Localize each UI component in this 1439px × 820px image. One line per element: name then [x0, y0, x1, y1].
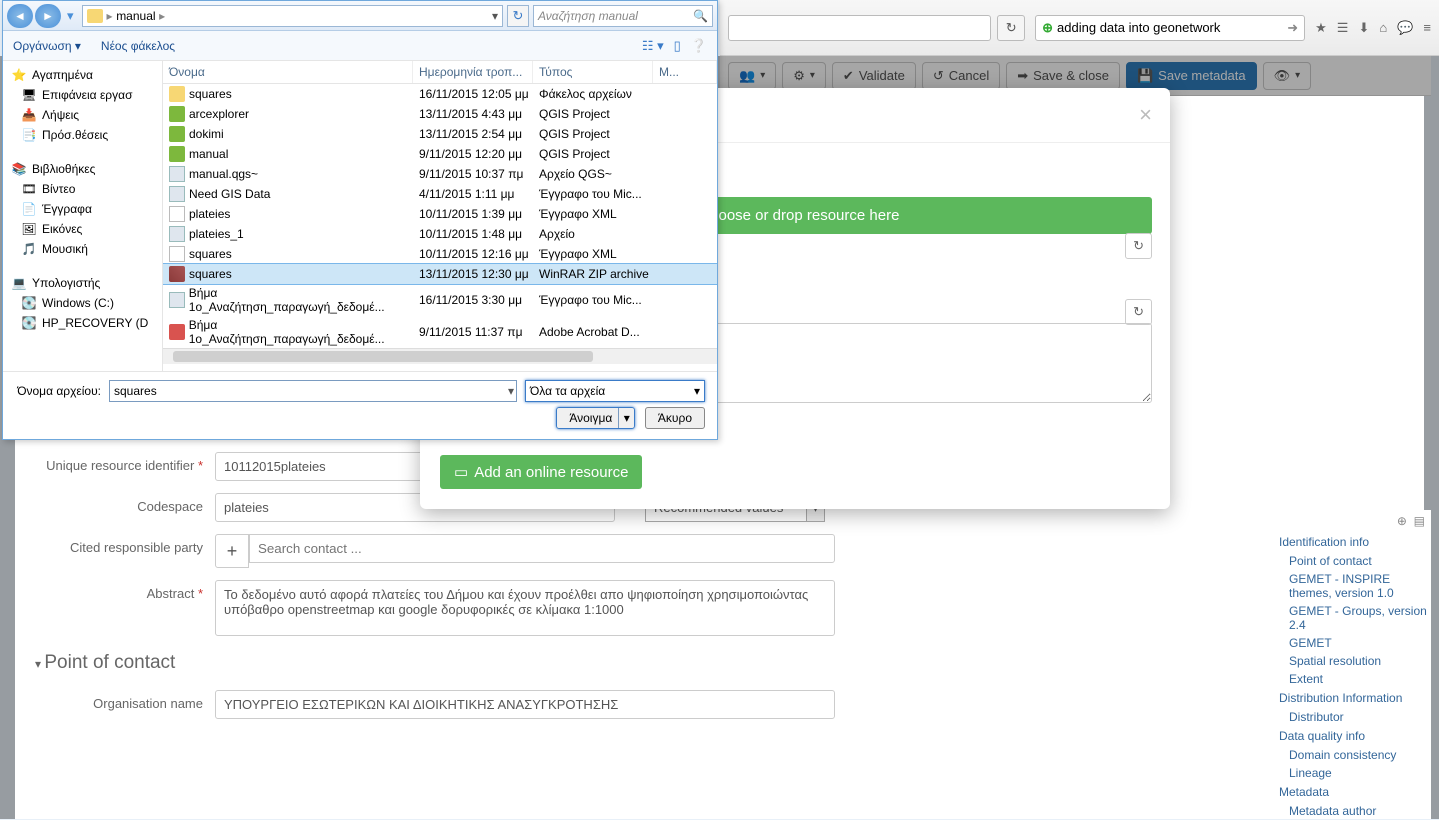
bookmark-star-icon[interactable]: ★	[1315, 20, 1327, 36]
tree-item[interactable]: 📑Πρόσ.θέσεις	[3, 125, 162, 145]
file-type-icon	[169, 246, 185, 262]
file-type-icon	[169, 186, 185, 202]
file-type-filter[interactable]: Όλα τα αρχεία▾	[525, 380, 705, 402]
file-row[interactable]: arcexplorer13/11/2015 4:43 μμQGIS Projec…	[163, 104, 717, 124]
tree-group[interactable]: 📚Βιβλιοθήκες	[3, 159, 162, 179]
tree-item[interactable]: 🎵Μουσική	[3, 239, 162, 259]
metadata-nav-panel: ⊕ ▤ Identification infoPoint of contactG…	[1279, 510, 1431, 819]
address-bar[interactable]: ▸ manual ▸ ▾	[82, 5, 503, 27]
horizontal-scrollbar[interactable]	[163, 348, 717, 364]
folder-icon	[87, 9, 103, 23]
file-row[interactable]: squares16/11/2015 12:05 μμΦάκελος αρχείω…	[163, 84, 717, 104]
tree-item[interactable]: 💽Windows (C:)	[3, 293, 162, 313]
file-row[interactable]: squares13/11/2015 12:30 μμWinRAR ZIP arc…	[163, 264, 717, 284]
file-row[interactable]: Βήμα 1ο_Αναζήτηση_παραγωγή_δεδομέ...16/1…	[163, 284, 717, 316]
tree-item[interactable]: 🖥Επιφάνεια εργασ	[3, 85, 162, 105]
file-type-icon	[169, 166, 185, 182]
tree-item[interactable]: 💽HP_RECOVERY (D	[3, 313, 162, 333]
organize-menu[interactable]: Οργάνωση ▾	[13, 39, 81, 53]
file-row[interactable]: squares10/11/2015 12:16 μμΈγγραφο XML	[163, 244, 717, 264]
file-type-icon	[169, 146, 185, 162]
nav-link[interactable]: Extent	[1279, 670, 1431, 688]
chat-icon[interactable]: 💬	[1397, 20, 1413, 36]
browser-icons: ★ ☰ ⬇ ⌂ 💬 ≡	[1315, 20, 1431, 36]
refresh-button-2[interactable]: ↻	[1125, 299, 1152, 325]
reader-icon[interactable]: ☰	[1337, 20, 1349, 36]
nav-link[interactable]: Metadata	[1279, 782, 1431, 802]
view-mode-button[interactable]: ☷ ▾	[642, 38, 664, 54]
nav-link[interactable]: Distributor	[1279, 708, 1431, 726]
file-row[interactable]: manual.qgs~9/11/2015 10:37 πμΑρχείο QGS~	[163, 164, 717, 184]
url-bar[interactable]	[728, 15, 991, 41]
file-type-icon	[169, 324, 185, 340]
file-type-icon	[169, 126, 185, 142]
nav-back-button[interactable]: ◄	[7, 4, 33, 28]
column-headers[interactable]: Όνομα Ημερομηνία τροπ... Τύπος Μ...	[163, 61, 717, 84]
add-online-resource-button[interactable]: ▭ Add an online resource	[440, 455, 642, 489]
search-go-icon[interactable]: ➜	[1287, 20, 1298, 36]
filename-label: Όνομα αρχείου:	[15, 384, 101, 398]
tree-group[interactable]: ⭐Αγαπημένα	[3, 65, 162, 85]
nav-link[interactable]: Domain consistency	[1279, 746, 1431, 764]
preview-pane-button[interactable]: ▯	[674, 38, 681, 54]
file-row[interactable]: Βήμα 1ο_Αναζήτηση_παραγωγή_δεδομέ...9/11…	[163, 316, 717, 348]
browser-search[interactable]: ⊕ ➜	[1035, 15, 1305, 41]
file-type-icon	[169, 206, 185, 222]
nav-link[interactable]: Spatial resolution	[1279, 652, 1431, 670]
abstract-textarea[interactable]: Το δεδομένο αυτό αφορά πλατείες του Δήμο…	[215, 580, 835, 636]
file-row[interactable]: plateies10/11/2015 1:39 μμΈγγραφο XML	[163, 204, 717, 224]
help-button[interactable]: ❔	[691, 38, 707, 54]
file-type-icon	[169, 266, 185, 282]
poc-section-title[interactable]: Point of contact	[15, 642, 1424, 684]
file-type-icon	[169, 86, 185, 102]
tree-item[interactable]: 🎞Βίντεο	[3, 179, 162, 199]
modal-close-button[interactable]: ×	[1139, 102, 1152, 128]
tree-item[interactable]: 📄Έγγραφα	[3, 199, 162, 219]
nav-link[interactable]: Identification info	[1279, 532, 1431, 552]
folder-tree[interactable]: ⭐Αγαπημένα🖥Επιφάνεια εργασ📥Λήψεις📑Πρόσ.θ…	[3, 61, 163, 371]
file-row[interactable]: dokimi13/11/2015 2:54 μμQGIS Project	[163, 124, 717, 144]
file-row[interactable]: manual9/11/2015 12:20 μμQGIS Project	[163, 144, 717, 164]
nav-link[interactable]: GEMET	[1279, 634, 1431, 652]
file-type-icon	[169, 106, 185, 122]
nav-forward-button[interactable]: ►	[35, 4, 61, 28]
cancel-open-button[interactable]: Άκυρο	[645, 407, 705, 429]
address-refresh-button[interactable]: ↻	[507, 5, 529, 27]
filename-combo[interactable]: squares▾	[109, 380, 517, 402]
nav-link[interactable]: Data quality info	[1279, 726, 1431, 746]
nav-collapse-icon[interactable]: ▤	[1414, 514, 1425, 528]
home-icon[interactable]: ⌂	[1379, 20, 1387, 35]
nav-link[interactable]: Distribution Information	[1279, 688, 1431, 708]
reload-button[interactable]: ↻	[997, 15, 1025, 41]
search-contact-input[interactable]	[249, 534, 835, 563]
menu-icon[interactable]: ≡	[1423, 20, 1431, 35]
tree-group[interactable]: 💻Υπολογιστής	[3, 273, 162, 293]
file-list[interactable]: Όνομα Ημερομηνία τροπ... Τύπος Μ... squa…	[163, 61, 717, 371]
nav-link[interactable]: Metadata author	[1279, 802, 1431, 820]
nav-recent-icon[interactable]: ▾	[67, 8, 74, 24]
tree-item[interactable]: 🖼Εικόνες	[3, 219, 162, 239]
browser-search-input[interactable]	[1057, 20, 1287, 35]
file-type-icon	[169, 226, 185, 242]
file-search-input[interactable]: Αναζήτηση manual🔍	[533, 5, 713, 27]
file-row[interactable]: Need GIS Data4/11/2015 1:11 μμΈγγραφο το…	[163, 184, 717, 204]
nav-link[interactable]: GEMET - INSPIRE themes, version 1.0	[1279, 570, 1431, 602]
file-row[interactable]: plateies_110/11/2015 1:48 μμΑρχείο	[163, 224, 717, 244]
browser-chrome: ↻ ⊕ ➜ ★ ☰ ⬇ ⌂ 💬 ≡	[720, 0, 1439, 56]
file-type-icon	[169, 292, 185, 308]
new-folder-button[interactable]: Νέος φάκελος	[101, 39, 175, 53]
nav-link[interactable]: Point of contact	[1279, 552, 1431, 570]
add-contact-button[interactable]: +	[215, 534, 249, 568]
file-open-dialog: ◄ ► ▾ ▸ manual ▸ ▾ ↻ Αναζήτηση manual🔍 Ο…	[2, 0, 718, 440]
add-engine-icon: ⊕	[1042, 20, 1053, 36]
nav-link[interactable]: GEMET - Groups, version 2.4	[1279, 602, 1431, 634]
refresh-button-1[interactable]: ↻	[1125, 233, 1152, 259]
nav-link[interactable]: Lineage	[1279, 764, 1431, 782]
tree-item[interactable]: 📥Λήψεις	[3, 105, 162, 125]
open-button[interactable]: Άνοιγμα▾	[556, 407, 635, 429]
downloads-icon[interactable]: ⬇	[1358, 20, 1369, 36]
nav-up-icon[interactable]: ⊕	[1397, 514, 1407, 528]
search-icon: 🔍	[693, 9, 708, 23]
org-name-input[interactable]: ΥΠΟΥΡΓΕΙΟ ΕΣΩΤΕΡΙΚΩΝ ΚΑΙ ΔΙΟΙΚΗΤΙΚΗΣ ΑΝΑ…	[215, 690, 835, 719]
